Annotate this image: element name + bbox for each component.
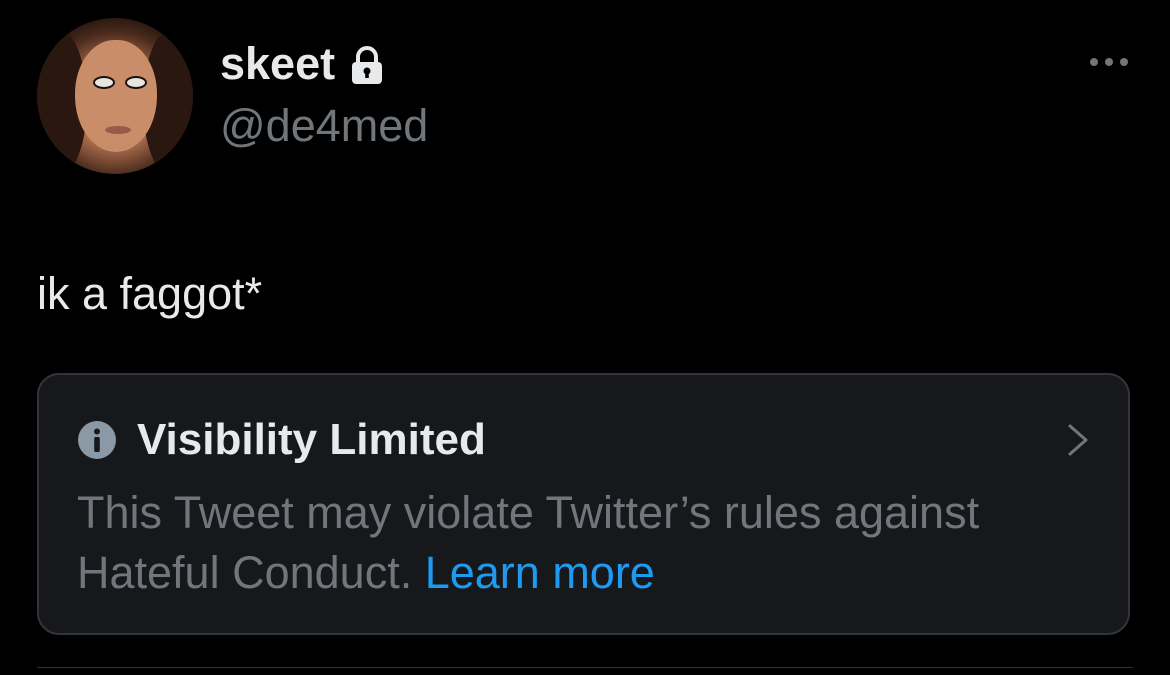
info-icon xyxy=(78,421,116,459)
visibility-notice[interactable]: Visibility Limited This Tweet may violat… xyxy=(37,373,1130,635)
chevron-right-icon[interactable] xyxy=(1066,423,1090,457)
more-horizontal-icon[interactable] xyxy=(1088,55,1130,69)
notice-title-row: Visibility Limited xyxy=(77,415,486,465)
display-name-row: skeet xyxy=(220,38,428,90)
divider xyxy=(37,667,1133,668)
avatar-face xyxy=(75,40,157,152)
notice-title: Visibility Limited xyxy=(137,415,486,464)
tweet: skeet @de4med ik a faggot* Visibility Li… xyxy=(0,0,1170,675)
avatar[interactable] xyxy=(37,18,193,174)
user-handle[interactable]: @de4med xyxy=(220,100,428,152)
learn-more-link[interactable]: Learn more xyxy=(425,547,655,598)
tweet-header: skeet @de4med xyxy=(220,38,428,152)
notice-body: This Tweet may violate Twitter’s rules a… xyxy=(77,483,1077,603)
lock-icon xyxy=(352,46,383,84)
display-name[interactable]: skeet xyxy=(220,38,335,90)
avatar-eye-left xyxy=(93,76,115,89)
avatar-lips xyxy=(105,126,131,134)
avatar-eye-right xyxy=(125,76,147,89)
tweet-text: ik a faggot* xyxy=(37,268,263,319)
